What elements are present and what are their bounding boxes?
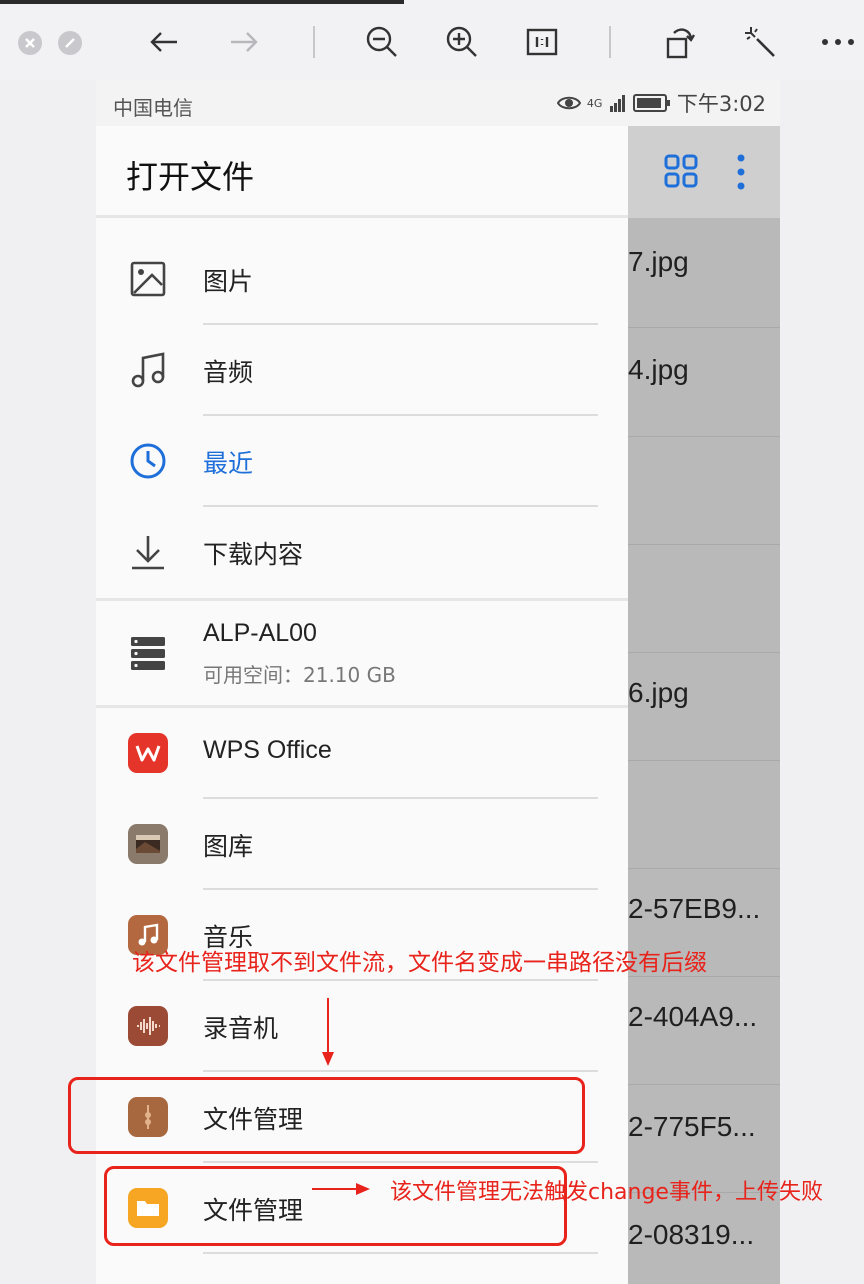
forward-arrow-icon[interactable] [224, 22, 264, 62]
clock-icon [128, 441, 168, 481]
annotation-note-change-event: 该文件管理无法触发change事件，上传失败 [390, 1180, 823, 1205]
signal-icon [609, 95, 625, 112]
app-label: 图库 [203, 832, 254, 861]
toolbar-separator [609, 26, 611, 58]
download-icon [128, 532, 168, 572]
app-label: WPS Office [203, 736, 332, 764]
drawer-item-images[interactable]: 图片 [96, 234, 628, 325]
more-options-icon[interactable] [818, 22, 858, 62]
app-item-gallery[interactable]: 图库 [96, 799, 628, 890]
list-item[interactable]: 6.jpg [628, 653, 780, 761]
annotation-box [68, 1077, 585, 1154]
drawer-item-label: 下载内容 [203, 540, 304, 569]
image-icon [128, 259, 168, 299]
drawer-item-label: 音频 [203, 358, 254, 387]
drawer-item-label: 最近 [203, 449, 254, 478]
window-top-strip [0, 0, 404, 4]
drawer-item-recent[interactable]: 最近 [96, 416, 628, 507]
toolbar-separator [313, 26, 315, 58]
list-item[interactable] [628, 761, 780, 869]
minimize-window-icon[interactable] [58, 31, 82, 55]
status-icons: 4G 下午3:02 [556, 88, 766, 118]
status-time: 下午3:02 [676, 92, 766, 116]
storage-space: 可用空间：21.10 GB [203, 663, 396, 687]
list-item[interactable] [628, 545, 780, 653]
annotation-note-file-stream: 该文件管理取不到文件流，文件名变成一串路径没有后缀 [132, 950, 707, 976]
back-arrow-icon[interactable] [144, 22, 184, 62]
eye-icon [556, 96, 581, 110]
drawer-header: 打开文件 [96, 126, 628, 218]
app-label: 录音机 [203, 1014, 279, 1043]
music-note-icon [128, 350, 168, 390]
zoom-out-icon[interactable] [362, 22, 402, 62]
magic-wand-icon[interactable] [740, 22, 780, 62]
drawer-item-audio[interactable]: 音频 [96, 325, 628, 416]
gallery-icon [128, 824, 168, 864]
close-window-icon[interactable] [18, 31, 42, 55]
app-item-recorder[interactable]: 录音机 [96, 981, 628, 1072]
list-item[interactable]: 2-404A9... [628, 977, 780, 1085]
storage-device[interactable]: ALP-AL00 可用空间：21.10 GB [96, 601, 628, 705]
status-bar: 中国电信 4G 下午3:02 [96, 80, 780, 126]
zoom-in-icon[interactable] [442, 22, 482, 62]
grid-view-icon[interactable] [664, 154, 698, 188]
list-item[interactable] [628, 437, 780, 545]
actual-size-icon[interactable] [522, 22, 562, 62]
recorder-icon [128, 1006, 168, 1046]
drawer-item-label: 图片 [203, 267, 254, 296]
list-item[interactable]: 2-08319... [628, 1193, 780, 1284]
divider [203, 1252, 598, 1254]
app-item-wps-office[interactable]: WPS Office [96, 708, 628, 799]
list-item[interactable]: 4.jpg [628, 328, 780, 437]
list-item[interactable]: 7.jpg [628, 218, 780, 328]
carrier-name: 中国电信 [113, 96, 193, 120]
drawer-item-downloads[interactable]: 下载内容 [96, 507, 628, 598]
network-type: 4G [586, 96, 603, 110]
storage-name: ALP-AL00 [203, 619, 317, 647]
image-viewer-toolbar [0, 0, 864, 80]
wps-office-icon [128, 733, 168, 773]
storage-icon [128, 633, 168, 673]
drawer-title: 打开文件 [126, 158, 255, 196]
rotate-icon[interactable] [660, 22, 700, 62]
battery-icon [632, 94, 670, 112]
more-vertical-icon[interactable] [736, 154, 746, 190]
